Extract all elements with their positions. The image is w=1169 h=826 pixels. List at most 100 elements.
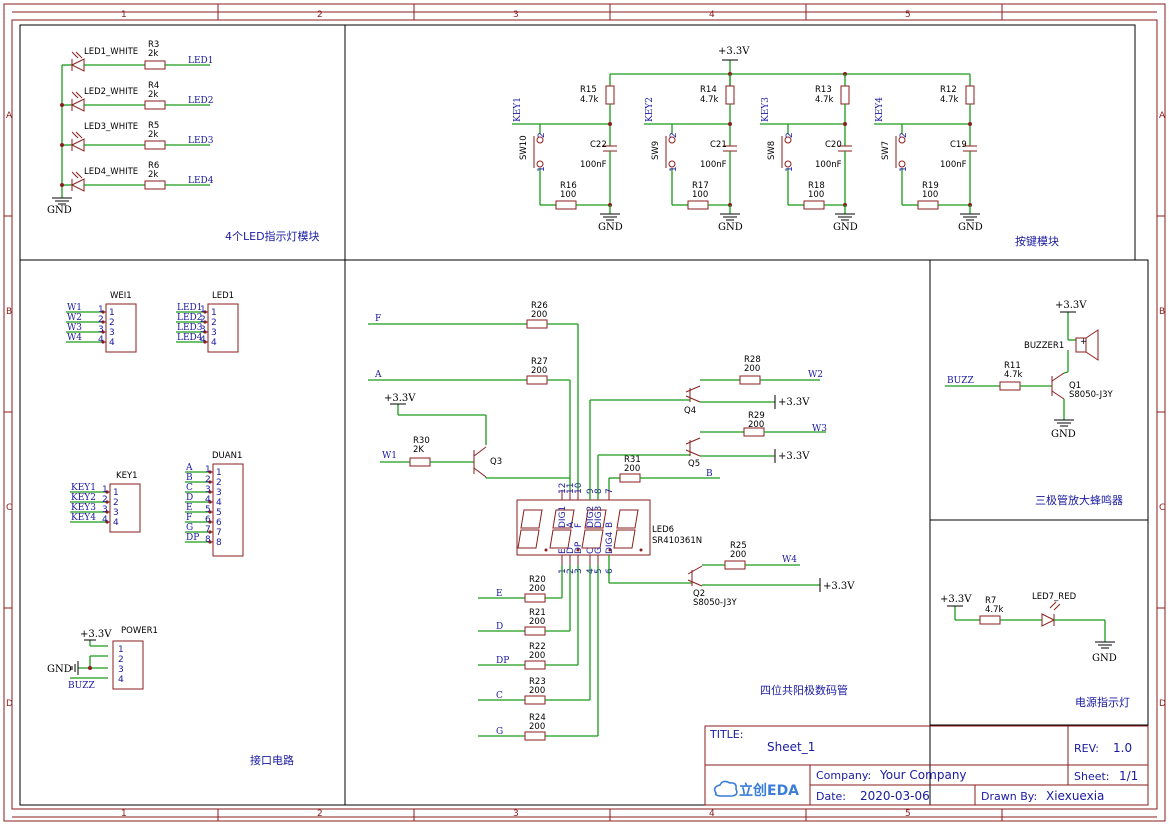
net-label: E <box>496 589 503 599</box>
col-label: 2 <box>317 809 323 819</box>
col-label: 3 <box>513 10 519 20</box>
net-label: KEY3 <box>761 97 771 122</box>
pin-number: 1 <box>205 465 211 475</box>
net-label: BUZZ <box>947 376 974 386</box>
pin-number: 1 <box>102 485 108 495</box>
connector-ref: LED1 <box>212 291 234 301</box>
logo-text: 立创EDA <box>739 782 799 799</box>
net-label: KEY2 <box>645 97 655 122</box>
switch-ref: SW10 <box>519 135 529 160</box>
pin-number: 2 <box>113 498 119 508</box>
net-label: LED2 <box>177 313 203 323</box>
row-label: C <box>6 503 12 513</box>
net-label: W1 <box>382 451 397 461</box>
buzzer-ref: BUZZER1 <box>1024 341 1064 351</box>
pin-name: F <box>574 523 584 528</box>
col-label: 5 <box>905 809 911 819</box>
pin-number: 1 <box>669 166 679 172</box>
resistor-value: 200 <box>529 617 545 627</box>
transistor-part: S8050-J3Y <box>1069 390 1113 400</box>
pin-number: 3 <box>574 568 584 574</box>
net-label: LED1 <box>188 56 214 66</box>
pin-number: 3 <box>205 485 211 495</box>
vcc-label: +3.3V <box>384 393 416 404</box>
pin-number: 6 <box>216 518 222 528</box>
pin-number: 2 <box>211 318 217 328</box>
net-label: W2 <box>808 370 823 380</box>
rev-label: REV: <box>1074 742 1099 755</box>
col-label: 4 <box>709 809 715 819</box>
capacitor-value: 100nF <box>940 160 967 170</box>
power-led-circuit: +3.3V GND R7 4.7k LED7_RED <box>940 592 1117 664</box>
net-label: F <box>186 513 192 523</box>
net-label: E <box>186 503 193 513</box>
pin-number: 4 <box>109 338 115 348</box>
capacitor-value: 100nF <box>815 160 842 170</box>
net-label: KEY1 <box>513 97 523 122</box>
pin-number: 2 <box>537 132 547 138</box>
resistor-value: 200 <box>531 366 547 376</box>
col-label: 1 <box>121 809 127 819</box>
pin-number: 3 <box>113 508 119 518</box>
transistor-ref: Q3 <box>490 457 502 467</box>
pin-number: 1 <box>109 308 115 318</box>
pin-name: DP <box>574 541 584 554</box>
resistor-value: 100 <box>692 190 708 200</box>
pin-number: 2 <box>109 318 115 328</box>
net-label: C <box>186 483 193 493</box>
drawn-label: Drawn By: <box>981 790 1037 803</box>
pin-name: B <box>605 522 615 528</box>
resistor-value: 100 <box>808 190 824 200</box>
power-connector: POWER1 +3.3V GND BUZZ 1 2 3 4 <box>47 626 158 691</box>
vcc-label: +3.3V <box>778 397 810 408</box>
gnd-label: GND <box>718 222 743 233</box>
connector-ref: KEY1 <box>116 471 138 481</box>
net-label: KEY1 <box>71 483 96 493</box>
net-label: KEY4 <box>71 513 96 523</box>
key-columns: GNDKEY1R154.7kC22100nFR16100SW1021GNDKEY… <box>512 74 983 233</box>
display-ref: LED6 <box>652 525 674 535</box>
pin-number: 5 <box>594 568 604 574</box>
pin-number: 7 <box>216 528 222 538</box>
pin-number: 5 <box>205 505 211 515</box>
switch-ref: SW9 <box>651 141 661 160</box>
col-label: 3 <box>513 809 519 819</box>
resistor-ref: R13 <box>815 85 832 95</box>
pin-number: 8 <box>594 488 604 494</box>
connector-ref: POWER1 <box>121 626 158 636</box>
net-label: G <box>186 523 193 533</box>
resistor-value: 200 <box>529 651 545 661</box>
title-block: TITLE: Sheet_1 REV: 1.0 Company: Your Co… <box>704 725 1149 806</box>
resistor-value: 4.7k <box>1004 370 1023 380</box>
col-label: 4 <box>709 10 715 20</box>
drawing-border: 1 2 3 4 5 1 2 3 4 5 A B C D A B C D <box>3 3 1166 822</box>
led-row: LED1_WHITE R3 2k LED1 <box>62 40 214 72</box>
key-column: GNDKEY3R134.7kC20100nFR18100SW821 <box>760 74 858 233</box>
pin-number: 4 <box>102 515 108 525</box>
module-title-power-led: 电源指示灯 <box>1075 695 1130 709</box>
net-label: A <box>185 463 193 473</box>
net-label: B <box>186 473 193 483</box>
buzzer-circuit: +3.3V + BUZZER1 GND BUZZ R11 4.7k Q1 S80… <box>945 300 1113 440</box>
gnd-label: GND <box>1092 653 1117 664</box>
capacitor-ref: C22 <box>590 140 607 150</box>
col-label: 2 <box>317 10 323 20</box>
resistor-value: 200 <box>730 550 746 560</box>
net-label: KEY3 <box>71 503 96 513</box>
resistor-value: 2K <box>413 445 424 455</box>
key-column: GNDKEY1R154.7kC22100nFR16100SW1021 <box>512 74 623 233</box>
driver-q3: +3.3V W1 R30 2K Q3 <box>380 393 570 479</box>
connector-ref: WEI1 <box>110 291 132 301</box>
resistor-value: 200 <box>531 310 547 320</box>
pin-number: 8 <box>216 538 222 548</box>
module-title-led: 4个LED指示灯模块 <box>225 229 320 243</box>
resistor-value: 4.7k <box>985 605 1004 615</box>
capacitor-value: 100nF <box>580 160 607 170</box>
gnd-label: GND <box>1051 429 1076 440</box>
resistor-value: 2k <box>148 130 158 140</box>
row-label: C <box>1159 503 1165 513</box>
pin-number: 4 <box>200 335 206 345</box>
transistor-ref: Q5 <box>688 459 700 469</box>
pin-number: 1 <box>113 488 119 498</box>
net-label: LED4 <box>188 176 214 186</box>
